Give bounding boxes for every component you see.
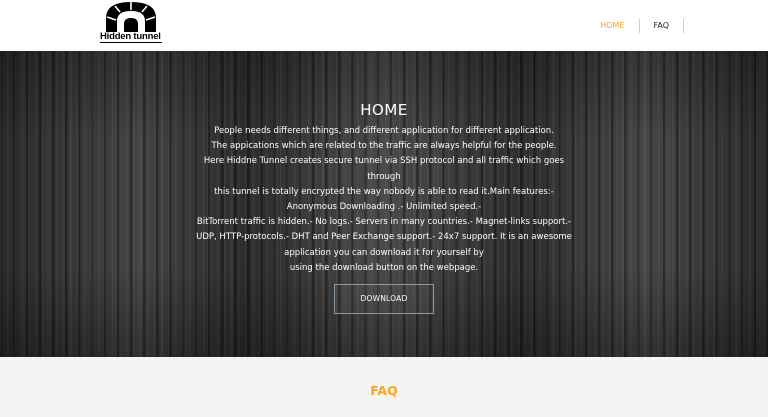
site-header: Hidden tunnel HOME FAQ — [0, 0, 768, 51]
logo-text: Hidden tunnel — [100, 31, 162, 43]
site-logo[interactable]: Hidden tunnel — [100, 0, 162, 45]
hero-line: through — [367, 171, 401, 182]
hero-line: Here Hiddne Tunnel creates secure tunnel… — [203, 156, 565, 167]
nav-faq-link[interactable]: FAQ — [640, 19, 684, 33]
hero-title: HOME — [360, 101, 408, 119]
hero-line: BitTorrent traffic is hidden.- No logs.-… — [196, 217, 572, 258]
hero-line: Anonymous Downloading .- Unlimited speed… — [286, 202, 482, 213]
download-button[interactable]: DOWNLOAD — [334, 284, 434, 315]
faq-section: FAQ — [0, 357, 768, 417]
main-nav: HOME FAQ — [586, 19, 684, 33]
hero-section: HOME People needs different things, and … — [0, 51, 768, 357]
hero-description: People needs different things, and diffe… — [189, 124, 579, 276]
nav-home-link[interactable]: HOME — [586, 19, 640, 33]
hero-line: People needs different things, and diffe… — [214, 126, 554, 136]
hero-line: this tunnel is totally encrypted the way… — [214, 186, 554, 197]
tunnel-logo-icon — [106, 2, 156, 32]
hero-line: The appications which are related to the… — [211, 141, 557, 152]
faq-heading: FAQ — [370, 383, 398, 398]
hero-line: using the download button on the webpage… — [289, 262, 479, 273]
